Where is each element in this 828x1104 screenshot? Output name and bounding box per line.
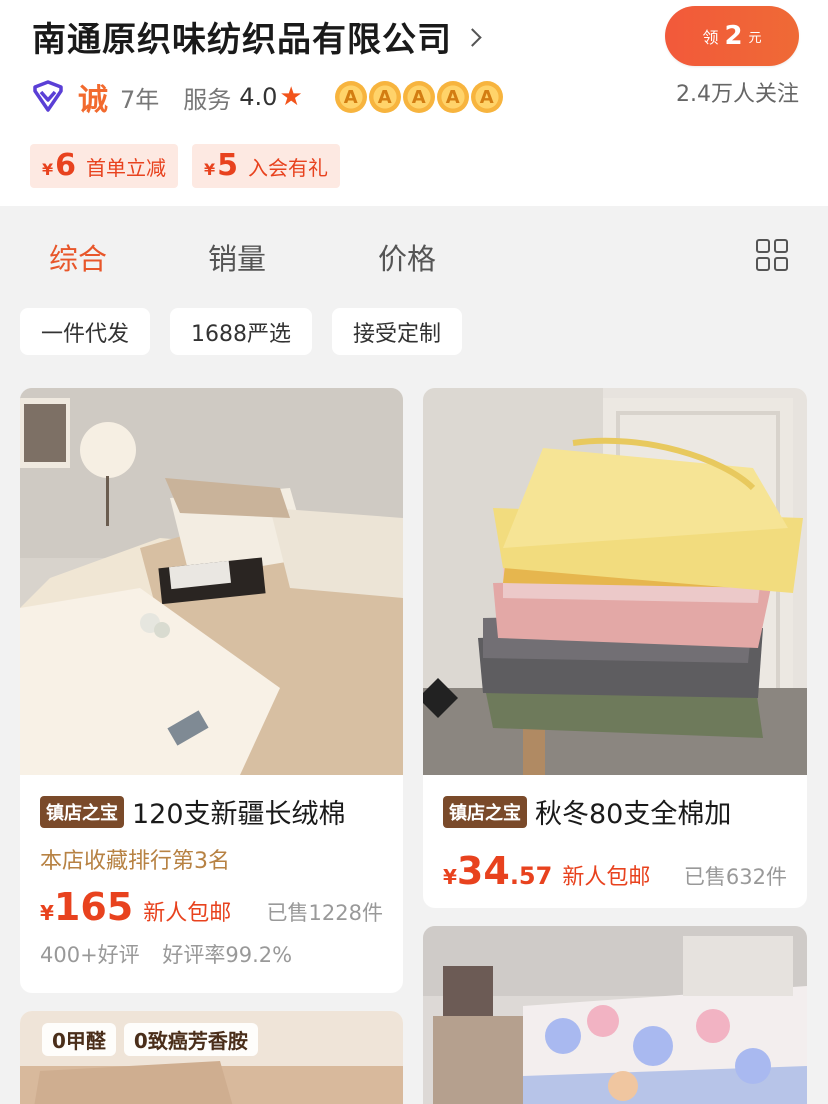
chevron-right-icon <box>463 28 482 47</box>
rank-badge-icon: A <box>368 81 401 113</box>
product-card[interactable] <box>423 926 807 1104</box>
product-title: 120支新疆长绒棉 <box>132 799 346 830</box>
rank-badge-icon: A <box>402 81 435 113</box>
coupon-unit: 元 <box>748 30 762 46</box>
shop-badges: 诚 7年 服务 4.0 ★ A A A A A <box>30 78 505 118</box>
coupon-text: 首单立减 <box>86 156 167 180</box>
feature-tags: 0甲醛 0致癌芳香胺 <box>42 1023 266 1056</box>
shop-header: 南通原织味纺织品有限公司 领 2 元 2.4万人关注 诚 7年 服务 4.0 ★… <box>0 0 828 206</box>
service-score: 4.0 <box>239 83 278 111</box>
feature-tag: 0甲醛 <box>42 1023 116 1056</box>
price-integer: 34 <box>456 849 510 893</box>
shop-years: 7年 <box>120 85 160 114</box>
service-label: 服务 <box>183 85 232 114</box>
star-icon: ★ <box>279 82 303 112</box>
feature-tag: 0致癌芳香胺 <box>123 1023 258 1056</box>
yen-symbol: ¥ <box>204 160 216 179</box>
treasure-badge: 镇店之宝 <box>443 795 527 828</box>
rank-badges: A A A A A <box>334 81 505 113</box>
shop-name: 南通原织味纺织品有限公司 <box>32 20 452 60</box>
rank-badge-icon: A <box>334 81 367 113</box>
shop-name-link[interactable]: 南通原织味纺织品有限公司 <box>32 12 482 61</box>
followers-count: 2.4万人关注 <box>676 82 799 107</box>
chip-customization[interactable]: 接受定制 <box>332 308 463 355</box>
rank-badge-icon: A <box>436 81 469 113</box>
product-card[interactable]: 0甲醛 0致癌芳香胺 <box>20 1011 403 1104</box>
grid-view-icon[interactable] <box>756 239 788 271</box>
membership-coupon[interactable]: ¥ 5 入会有礼 <box>192 144 341 188</box>
positive-rate: 好评率99.2% <box>162 943 293 967</box>
yen-symbol: ¥ <box>42 160 54 179</box>
filter-chips: 一件代发 1688严选 接受定制 <box>20 308 482 355</box>
yen-symbol: ¥ <box>443 865 457 889</box>
chip-dropship[interactable]: 一件代发 <box>20 308 151 355</box>
sold-count: 已售1228件 <box>266 901 383 925</box>
tab-price[interactable]: 价格 <box>378 236 436 278</box>
rank-badge-icon: A <box>470 81 503 113</box>
promo-text: 新人包邮 <box>562 865 651 890</box>
product-image <box>20 388 403 775</box>
product-card[interactable]: 镇店之宝 120支新疆长绒棉 本店收藏排行第3名 ¥ 165 新人包邮 已售12… <box>20 388 403 993</box>
tab-comprehensive[interactable]: 综合 <box>49 236 107 278</box>
coupon-text: 入会有礼 <box>248 156 329 180</box>
coupon-list: ¥ 6 首单立减 ¥ 5 入会有礼 <box>30 144 354 188</box>
coupon-prefix: 领 <box>702 28 719 47</box>
favorite-rank: 本店收藏排行第3名 <box>40 849 230 874</box>
price-decimal: .57 <box>509 862 553 890</box>
coupon-amount: 5 <box>217 148 239 183</box>
coupon-amount: 2 <box>724 21 743 51</box>
yen-symbol: ¥ <box>40 901 54 925</box>
product-image <box>423 388 807 775</box>
claim-coupon-button[interactable]: 领 2 元 <box>665 6 799 66</box>
sort-tabs: 综合 销量 价格 <box>0 206 828 302</box>
review-count: 400+好评 <box>40 943 140 967</box>
verified-shield-icon <box>33 80 63 112</box>
tab-sales[interactable]: 销量 <box>208 236 266 278</box>
integrity-mark: 诚 <box>78 83 108 118</box>
price-integer: 165 <box>53 885 134 929</box>
coupon-amount: 6 <box>55 148 77 183</box>
promo-text: 新人包邮 <box>143 901 232 926</box>
first-order-coupon[interactable]: ¥ 6 首单立减 <box>30 144 179 188</box>
product-title: 秋冬80支全棉加 <box>535 799 732 830</box>
product-image <box>423 926 807 1104</box>
treasure-badge: 镇店之宝 <box>40 795 124 828</box>
sold-count: 已售632件 <box>683 865 787 889</box>
product-card[interactable]: 镇店之宝 秋冬80支全棉加 ¥ 34 .57 新人包邮 已售632件 <box>423 388 807 908</box>
chip-1688-select[interactable]: 1688严选 <box>170 308 313 355</box>
